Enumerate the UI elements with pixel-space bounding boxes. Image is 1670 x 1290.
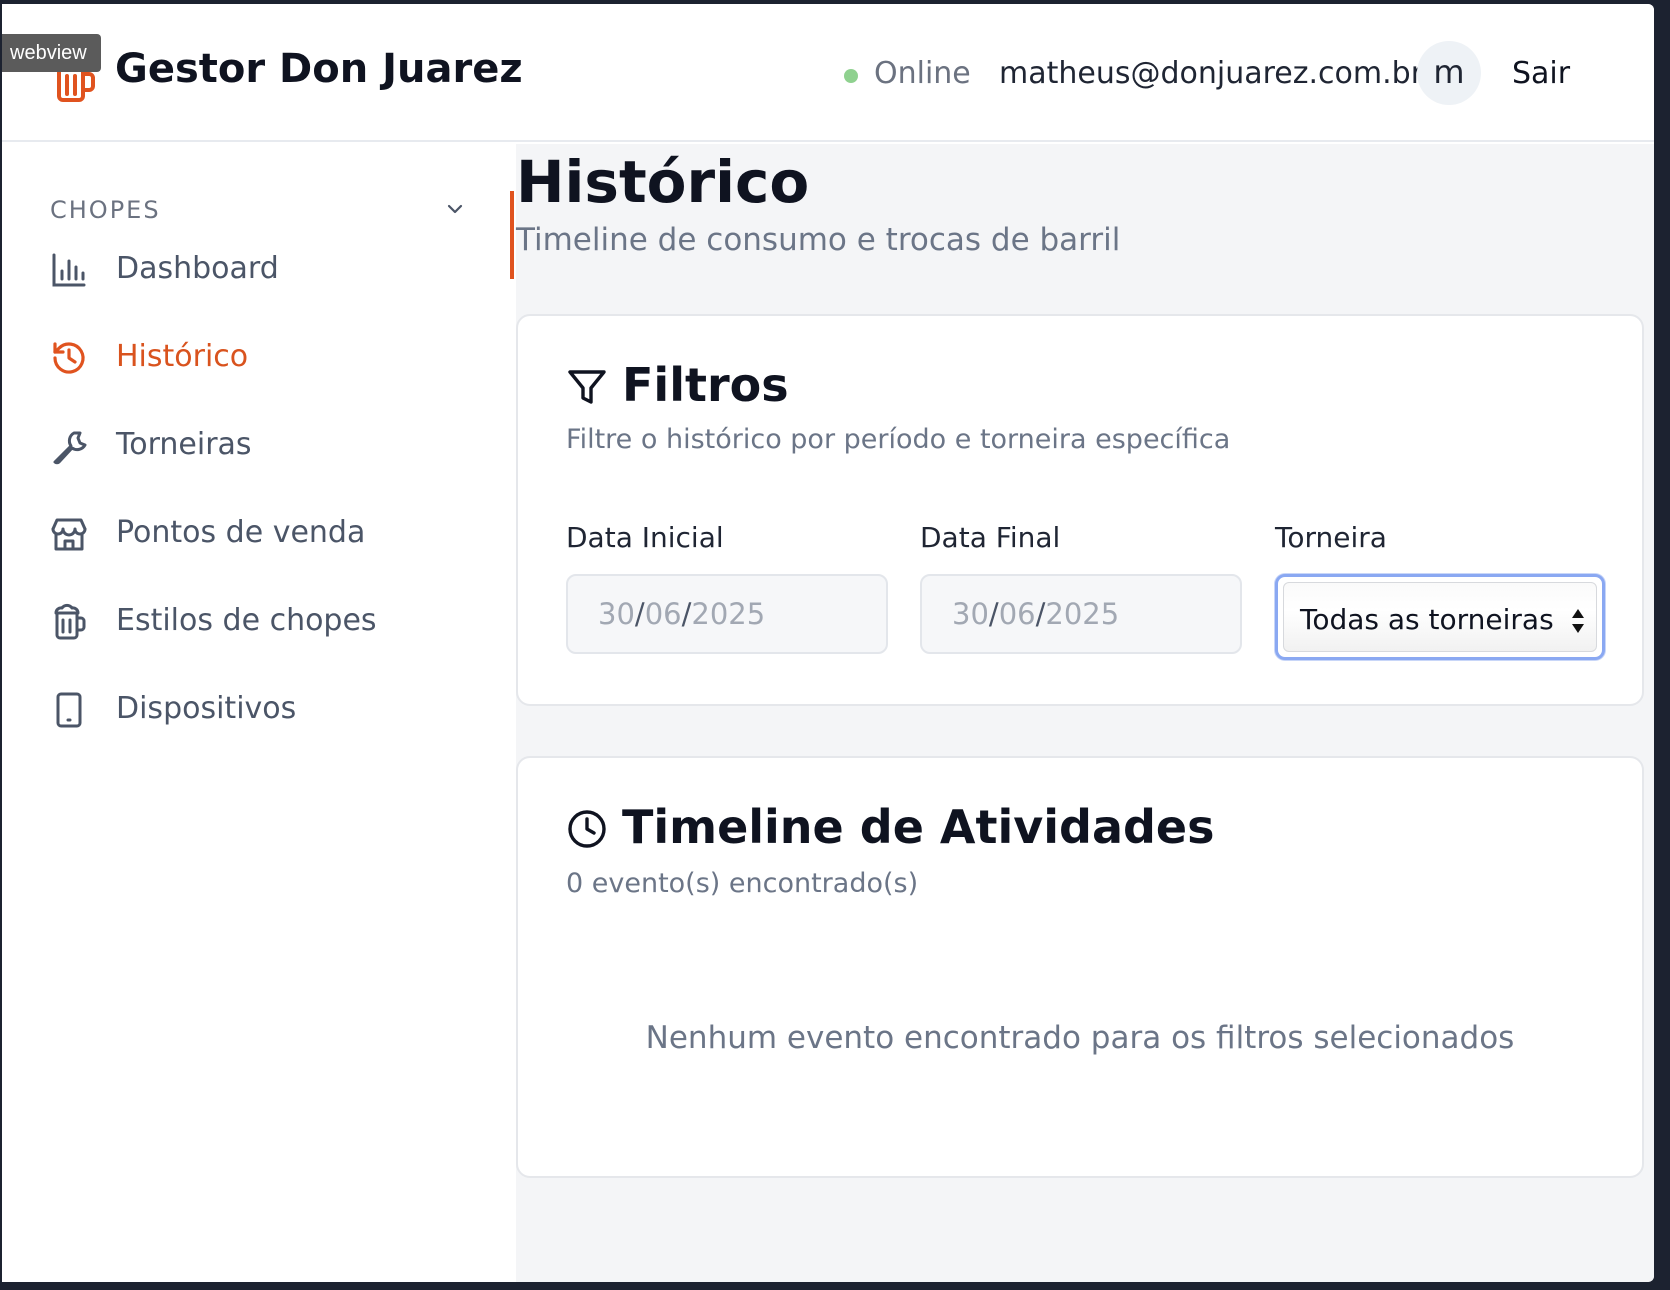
- start-date-label: Data Inicial: [566, 521, 724, 554]
- sidebar-section-label: CHOPES: [50, 196, 161, 224]
- brand-title: Gestor Don Juarez: [115, 46, 523, 92]
- tap-select-label: Torneira: [1275, 521, 1387, 554]
- logout-button[interactable]: Sair: [1512, 56, 1570, 91]
- online-status-label: Online: [874, 56, 971, 91]
- sidebar-item-dispositivos[interactable]: Dispositivos: [50, 679, 490, 739]
- start-date-input[interactable]: 30/06/2025: [566, 574, 888, 654]
- wrench-icon: [50, 427, 88, 465]
- main-content: Histórico Timeline de consumo e trocas d…: [516, 144, 1654, 1282]
- page-title: Histórico: [516, 148, 810, 216]
- start-date-month: 06: [644, 597, 682, 631]
- sidebar-item-label: Pontos de venda: [116, 515, 366, 550]
- tap-select-value: Todas as torneiras: [1300, 603, 1554, 636]
- start-date-year: 2025: [691, 597, 766, 631]
- timeline-title: Timeline de Atividades: [622, 800, 1215, 854]
- sidebar-item-label: Dispositivos: [116, 691, 297, 726]
- tap-select[interactable]: Todas as torneiras: [1275, 574, 1605, 660]
- store-icon: [50, 515, 88, 553]
- user-email: matheus@donjuarez.com.br: [999, 56, 1424, 91]
- app-window: webview Gestor Don Juarez Online matheus…: [2, 4, 1654, 1282]
- bar-chart-icon: [50, 251, 88, 289]
- filters-description: Filtre o histórico por período e torneir…: [566, 424, 1231, 455]
- filters-title: Filtros: [622, 358, 789, 412]
- end-date-day: 30: [952, 597, 989, 631]
- sidebar-item-estilos-de-chopes[interactable]: Estilos de chopes: [50, 591, 490, 651]
- filter-icon: [566, 366, 608, 408]
- sidebar-item-pontos-de-venda[interactable]: Pontos de venda: [50, 503, 490, 563]
- user-avatar[interactable]: m: [1417, 41, 1481, 105]
- sidebar-item-label: Histórico: [116, 339, 249, 374]
- end-date-label: Data Final: [920, 521, 1061, 554]
- end-date-input[interactable]: 30/06/2025: [920, 574, 1242, 654]
- active-nav-indicator: [510, 191, 514, 279]
- timeline-card: Timeline de Atividades 0 evento(s) encon…: [516, 756, 1644, 1178]
- sidebar-item-historico[interactable]: Histórico: [50, 327, 490, 387]
- end-date-month: 06: [998, 597, 1036, 631]
- sidebar-item-torneiras[interactable]: Torneiras: [50, 415, 490, 475]
- timeline-event-count: 0 evento(s) encontrado(s): [566, 868, 919, 899]
- history-icon: [50, 339, 88, 377]
- select-arrows-icon: [1570, 605, 1586, 637]
- page-subtitle: Timeline de consumo e trocas de barril: [516, 222, 1121, 258]
- beer-icon: [50, 603, 88, 641]
- end-date-year: 2025: [1045, 597, 1120, 631]
- sidebar: CHOPES Dashboard Histórico Torneiras Pon…: [2, 144, 514, 1282]
- sidebar-item-label: Torneiras: [116, 427, 252, 462]
- filters-card: Filtros Filtre o histórico por período e…: [516, 314, 1644, 706]
- sidebar-item-label: Estilos de chopes: [116, 603, 377, 638]
- timeline-empty-message: Nenhum evento encontrado para os filtros…: [645, 1020, 1515, 1056]
- sidebar-item-dashboard[interactable]: Dashboard: [50, 239, 490, 299]
- start-date-day: 30: [598, 597, 635, 631]
- top-header: Gestor Don Juarez Online matheus@donjuar…: [2, 4, 1654, 142]
- clock-icon: [566, 808, 608, 850]
- sidebar-item-label: Dashboard: [116, 251, 279, 286]
- webview-tag: webview: [2, 34, 101, 72]
- chevron-down-icon[interactable]: [444, 198, 466, 220]
- online-status-dot: [844, 69, 858, 83]
- tablet-icon: [50, 691, 88, 729]
